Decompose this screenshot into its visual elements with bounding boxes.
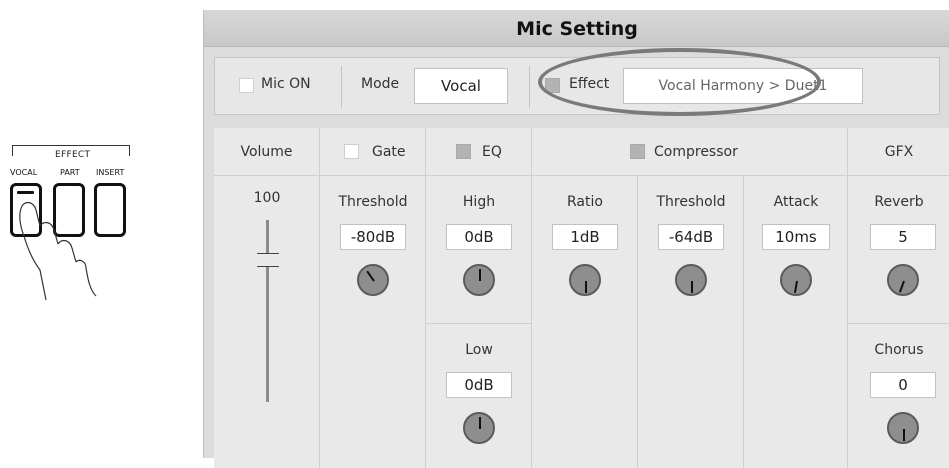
eq-low-value[interactable]: 0dB	[446, 372, 512, 398]
attack-knob[interactable]	[780, 264, 812, 296]
eq-header: EQ	[426, 128, 531, 176]
compressor-label: Compressor	[654, 144, 738, 160]
pressing-hand-icon	[19, 201, 97, 301]
divider	[529, 66, 530, 108]
gate-threshold-label: Threshold	[338, 194, 408, 210]
gate-checkbox[interactable]	[344, 144, 359, 159]
mic-top-row: Mic ON Mode Vocal Effect Vocal Harmony >…	[214, 57, 940, 115]
gfx-header: GFX	[848, 128, 949, 176]
reverb-value[interactable]: 5	[870, 224, 936, 250]
mode-label: Mode	[361, 76, 400, 92]
eq-low-label: Low	[465, 342, 493, 358]
effect-value-box[interactable]: Vocal Harmony > Duet1	[623, 68, 863, 104]
compressor-checkbox[interactable]	[630, 144, 645, 159]
volume-header: Volume	[214, 128, 319, 176]
effect-button-illustration: EFFECT VOCAL PART INSERT	[0, 0, 200, 458]
effect-checkbox[interactable]	[545, 78, 560, 93]
gfx-column: GFX Reverb 5 Chorus 0	[848, 128, 949, 468]
gate-header: Gate	[320, 128, 425, 176]
eq-divider	[426, 323, 531, 324]
comp-threshold-value[interactable]: -64dB	[658, 224, 724, 250]
comp-threshold-knob[interactable]	[675, 264, 707, 296]
eq-label: EQ	[482, 144, 502, 160]
eq-column: EQ High 0dB Low 0dB	[426, 128, 532, 468]
chorus-label: Chorus	[874, 342, 924, 358]
gate-label: Gate	[372, 144, 406, 160]
gate-column: Gate Threshold -80dB	[320, 128, 426, 468]
comp-threshold-label: Threshold	[656, 194, 726, 210]
compressor-column: Compressor Ratio 1dB Threshold -64dB Att…	[532, 128, 848, 468]
attack-value[interactable]: 10ms	[762, 224, 830, 250]
ratio-knob[interactable]	[569, 264, 601, 296]
chorus-value[interactable]: 0	[870, 372, 936, 398]
volume-slider-thumb[interactable]	[257, 253, 279, 267]
attack-label: Attack	[773, 194, 819, 210]
volume-slider-track[interactable]	[266, 220, 269, 402]
panel-title: Mic Setting	[204, 10, 949, 47]
ratio-value[interactable]: 1dB	[552, 224, 618, 250]
mic-setting-panel: Mic Setting Mic ON Mode Vocal Effect Voc…	[203, 10, 949, 468]
volume-column: Volume 100	[214, 128, 320, 468]
eq-high-knob[interactable]	[463, 264, 495, 296]
mic-on-checkbox[interactable]	[239, 78, 254, 93]
eq-low-knob[interactable]	[463, 412, 495, 444]
eq-high-value[interactable]: 0dB	[446, 224, 512, 250]
gate-threshold-knob[interactable]	[357, 264, 389, 296]
compressor-header: Compressor	[532, 128, 847, 176]
gfx-divider	[848, 323, 949, 324]
mic-on-label: Mic ON	[261, 76, 311, 92]
gate-threshold-value[interactable]: -80dB	[340, 224, 406, 250]
reverb-knob[interactable]	[887, 264, 919, 296]
compressor-divider	[637, 176, 638, 468]
divider	[341, 66, 342, 108]
ratio-label: Ratio	[567, 194, 603, 210]
chorus-knob[interactable]	[887, 412, 919, 444]
reverb-label: Reverb	[874, 194, 924, 210]
compressor-divider	[743, 176, 744, 468]
mode-value-box[interactable]: Vocal	[414, 68, 508, 104]
eq-checkbox[interactable]	[456, 144, 471, 159]
volume-value: 100	[253, 190, 281, 206]
effect-label: Effect	[569, 76, 610, 92]
settings-grid: Volume 100 Gate Threshold -80dB EQ High …	[214, 128, 949, 468]
eq-high-label: High	[462, 194, 496, 210]
